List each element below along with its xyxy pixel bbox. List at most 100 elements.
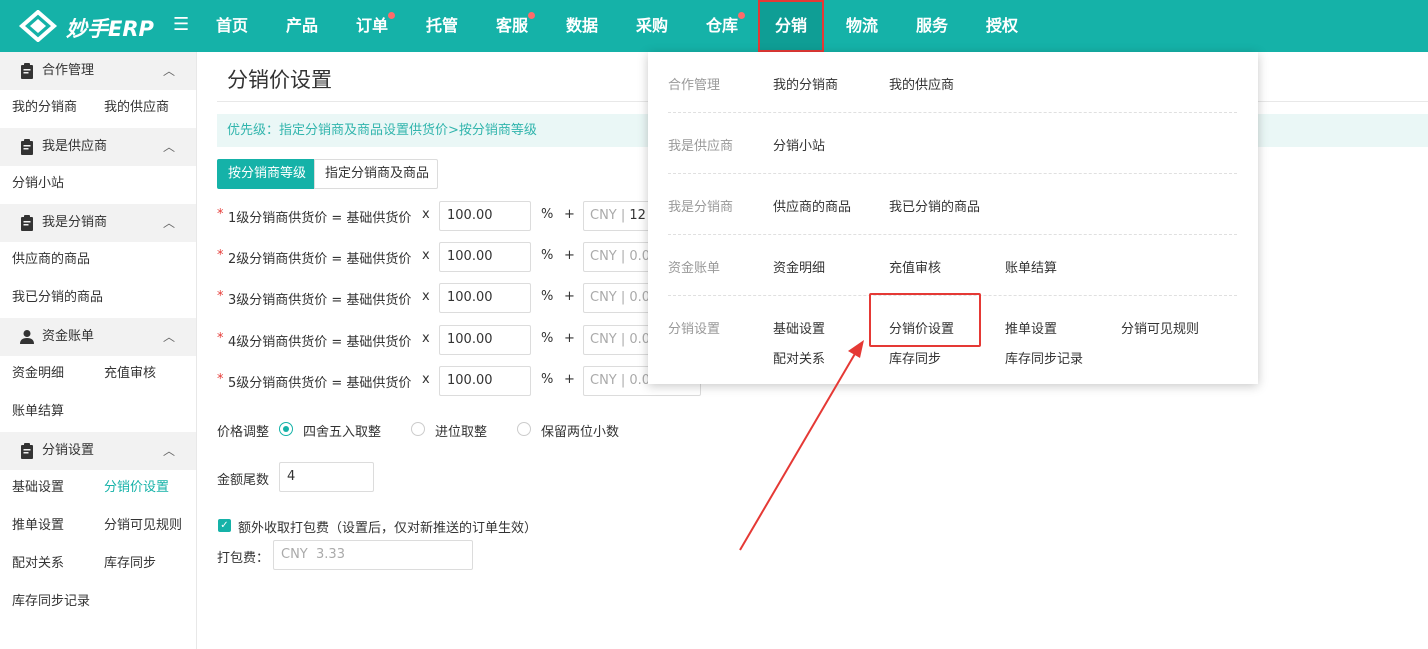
tab-by-distributor-level[interactable]: 按分销商等级 xyxy=(217,159,315,189)
packing-fee-checkbox-label: 额外收取打包费（设置后，仅对新推送的订单生效） xyxy=(238,521,538,536)
sidebar-item-visibility-rules[interactable]: 分销可见规则 xyxy=(104,516,182,536)
sidebar-group-label: 我是分销商 xyxy=(42,215,108,230)
dropdown-item-pairing[interactable]: 配对关系 xyxy=(773,348,825,367)
user-icon xyxy=(20,330,34,344)
nav-warehouse[interactable]: 仓库 xyxy=(693,0,751,52)
clipboard-icon xyxy=(21,63,33,79)
rounding-option-ceil[interactable]: 进位取整 xyxy=(435,421,487,440)
dropdown-item-fund-details[interactable]: 资金明细 xyxy=(773,257,825,276)
percent-symbol: % xyxy=(541,289,554,304)
sidebar-group-supplier[interactable]: 我是供应商 ︿ xyxy=(0,128,196,166)
brand-logo[interactable]: 妙手ERP xyxy=(18,8,168,44)
nav-hosting[interactable]: 托管 xyxy=(413,0,471,52)
dropdown-item-my-suppliers[interactable]: 我的供应商 xyxy=(889,74,954,93)
dropdown-section-label: 我是分销商 xyxy=(668,200,734,215)
dropdown-section-label: 分销设置 xyxy=(668,322,721,337)
clipboard-icon xyxy=(21,139,33,155)
nav-services[interactable]: 服务 xyxy=(903,0,961,52)
sidebar-item-fund-details[interactable]: 资金明细 xyxy=(12,364,64,384)
sidebar-item-recharge-review[interactable]: 充值审核 xyxy=(104,364,156,384)
percent-symbol: % xyxy=(541,331,554,346)
sidebar-group-funds[interactable]: 资金账单 ︿ xyxy=(0,318,196,356)
dropdown-item-recharge-review[interactable]: 充值审核 xyxy=(889,257,941,276)
sidebar-item-supplier-products[interactable]: 供应商的商品 xyxy=(12,250,90,270)
chevron-up-icon: ︿ xyxy=(163,330,176,344)
dropdown-section-label: 资金账单 xyxy=(668,261,721,276)
sidebar-item-distributed-products[interactable]: 我已分销的商品 xyxy=(12,288,103,308)
sidebar-item-push-order-settings[interactable]: 推单设置 xyxy=(12,516,64,536)
packing-fee-checkbox[interactable]: ✓ xyxy=(218,519,231,532)
sidebar-item-pairing[interactable]: 配对关系 xyxy=(12,554,64,574)
sidebar-item-distribution-station[interactable]: 分销小站 xyxy=(12,174,64,194)
dropdown-item-bill-settlement[interactable]: 账单结算 xyxy=(1005,257,1057,276)
plus-symbol: + xyxy=(564,331,575,346)
sidebar-item-stock-sync[interactable]: 库存同步 xyxy=(104,554,156,574)
dropdown-section-label: 我是供应商 xyxy=(668,139,734,154)
packing-fee-label: 打包费： xyxy=(217,551,270,566)
nav-products[interactable]: 产品 xyxy=(273,0,331,52)
tier-percent-input[interactable]: 100.00 xyxy=(439,283,531,313)
times-symbol: x xyxy=(422,372,430,387)
sidebar-item-bill-settlement[interactable]: 账单结算 xyxy=(12,402,64,422)
tier-label: 4级分销商供货价 = 基础供货价 xyxy=(228,335,412,350)
dropdown-item-distribution-station[interactable]: 分销小站 xyxy=(773,135,825,154)
clipboard-icon xyxy=(21,215,33,231)
times-symbol: x xyxy=(422,331,430,346)
rounding-radio-two-decimals[interactable] xyxy=(517,422,531,436)
rounding-radio-round[interactable] xyxy=(279,422,293,436)
packing-fee-input[interactable]: CNY 3.33 xyxy=(273,540,473,570)
sidebar-item-distribution-price-settings[interactable]: 分销价设置 xyxy=(104,478,169,498)
dropdown-item-push-order-settings[interactable]: 推单设置 xyxy=(1005,318,1057,337)
sidebar-item-my-distributors[interactable]: 我的分销商 xyxy=(12,98,77,118)
nav-orders[interactable]: 订单 xyxy=(343,0,401,52)
notification-dot xyxy=(388,12,395,19)
dropdown-item-supplier-products[interactable]: 供应商的商品 xyxy=(773,196,851,215)
dropdown-item-distributed-products[interactable]: 我已分销的商品 xyxy=(889,196,980,215)
tier-percent-input[interactable]: 100.00 xyxy=(439,325,531,355)
sidebar-item-my-suppliers[interactable]: 我的供应商 xyxy=(104,98,169,118)
nav-customer-service[interactable]: 客服 xyxy=(483,0,541,52)
sidebar-group-distribution-settings[interactable]: 分销设置 ︿ xyxy=(0,432,196,470)
dropdown-section-label: 合作管理 xyxy=(668,78,721,93)
dropdown-divider xyxy=(668,112,1237,113)
times-symbol: x xyxy=(422,207,430,222)
nav-home[interactable]: 首页 xyxy=(203,0,261,52)
dropdown-item-stock-sync-log[interactable]: 库存同步记录 xyxy=(1005,348,1083,367)
required-asterisk: * xyxy=(217,372,224,387)
logo-diamond-icon xyxy=(18,10,58,42)
sidebar-item-basic-settings[interactable]: 基础设置 xyxy=(12,478,64,498)
required-asterisk: * xyxy=(217,289,224,304)
notification-dot xyxy=(738,12,745,19)
notification-dot xyxy=(528,12,535,19)
nav-authorization[interactable]: 授权 xyxy=(973,0,1031,52)
menu-toggle-icon[interactable]: ☰ xyxy=(173,15,191,35)
tab-by-distributor-and-product[interactable]: 指定分销商及商品 xyxy=(314,159,438,189)
tier-label: 3级分销商供货价 = 基础供货价 xyxy=(228,293,412,308)
plus-symbol: + xyxy=(564,248,575,263)
dropdown-item-visibility-rules[interactable]: 分销可见规则 xyxy=(1121,318,1199,337)
nav-distribution[interactable]: 分销 xyxy=(758,0,824,52)
tier-percent-input[interactable]: 100.00 xyxy=(439,366,531,396)
tier-label: 5级分销商供货价 = 基础供货价 xyxy=(228,376,412,391)
times-symbol: x xyxy=(422,248,430,263)
dropdown-item-my-distributors[interactable]: 我的分销商 xyxy=(773,74,838,93)
rounding-radio-ceil[interactable] xyxy=(411,422,425,436)
dropdown-divider xyxy=(668,234,1237,235)
tier-percent-input[interactable]: 100.00 xyxy=(439,242,531,272)
page-title: 分销价设置 xyxy=(227,68,332,92)
sidebar-group-distributor[interactable]: 我是分销商 ︿ xyxy=(0,204,196,242)
nav-data[interactable]: 数据 xyxy=(553,0,611,52)
sidebar-group-cooperation[interactable]: 合作管理 ︿ xyxy=(0,52,196,90)
percent-symbol: % xyxy=(541,372,554,387)
nav-purchase[interactable]: 采购 xyxy=(623,0,681,52)
nav-logistics[interactable]: 物流 xyxy=(833,0,891,52)
tier-percent-input[interactable]: 100.00 xyxy=(439,201,531,231)
dropdown-item-stock-sync[interactable]: 库存同步 xyxy=(889,348,941,367)
dropdown-item-basic-settings[interactable]: 基础设置 xyxy=(773,318,825,337)
amount-tail-input[interactable]: 4 xyxy=(279,462,374,492)
clipboard-icon xyxy=(21,443,33,459)
rounding-option-two-decimals[interactable]: 保留两位小数 xyxy=(541,421,619,440)
sidebar-item-stock-sync-log[interactable]: 库存同步记录 xyxy=(12,592,90,612)
sidebar-group-label: 合作管理 xyxy=(42,63,95,78)
rounding-option-round[interactable]: 四舍五入取整 xyxy=(303,421,381,440)
